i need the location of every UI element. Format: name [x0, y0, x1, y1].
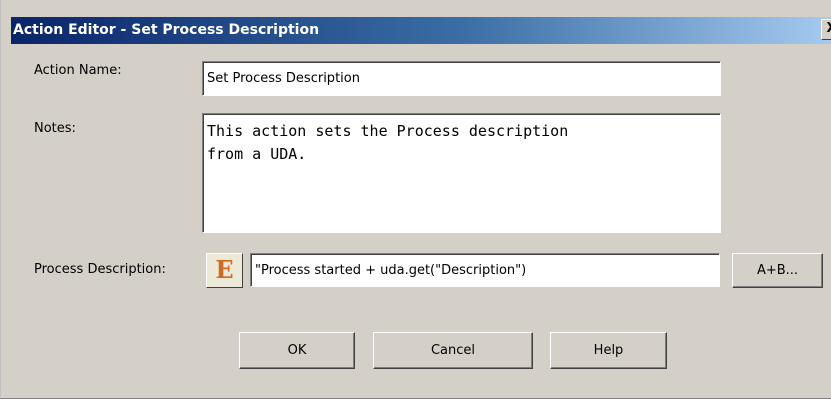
process-description-input[interactable] — [250, 253, 720, 287]
expression-editor-button[interactable]: E — [206, 253, 243, 288]
close-icon: X — [826, 21, 831, 36]
cancel-button[interactable]: Cancel — [373, 332, 533, 369]
close-button[interactable]: X — [821, 19, 831, 40]
help-button[interactable]: Help — [550, 332, 667, 369]
notes-textarea[interactable]: This action sets the Process description… — [202, 113, 721, 233]
help-button-label: Help — [593, 343, 624, 358]
action-editor-dialog: Action Editor - Set Process Description … — [0, 0, 831, 399]
ok-button-label: OK — [287, 343, 307, 358]
process-description-label: Process Description: — [34, 262, 166, 277]
ok-button[interactable]: OK — [239, 332, 355, 369]
notes-label: Notes: — [34, 121, 76, 136]
action-name-input[interactable] — [202, 61, 721, 96]
expression-editor-icon: E — [215, 255, 234, 284]
expression-builder-button[interactable]: A+B... — [732, 253, 823, 288]
cancel-button-label: Cancel — [430, 343, 476, 358]
title-bar[interactable]: Action Editor - Set Process Description … — [11, 17, 831, 44]
action-name-label: Action Name: — [34, 63, 122, 78]
window-title: Action Editor - Set Process Description — [13, 22, 320, 38]
expression-builder-label: A+B... — [756, 263, 799, 278]
